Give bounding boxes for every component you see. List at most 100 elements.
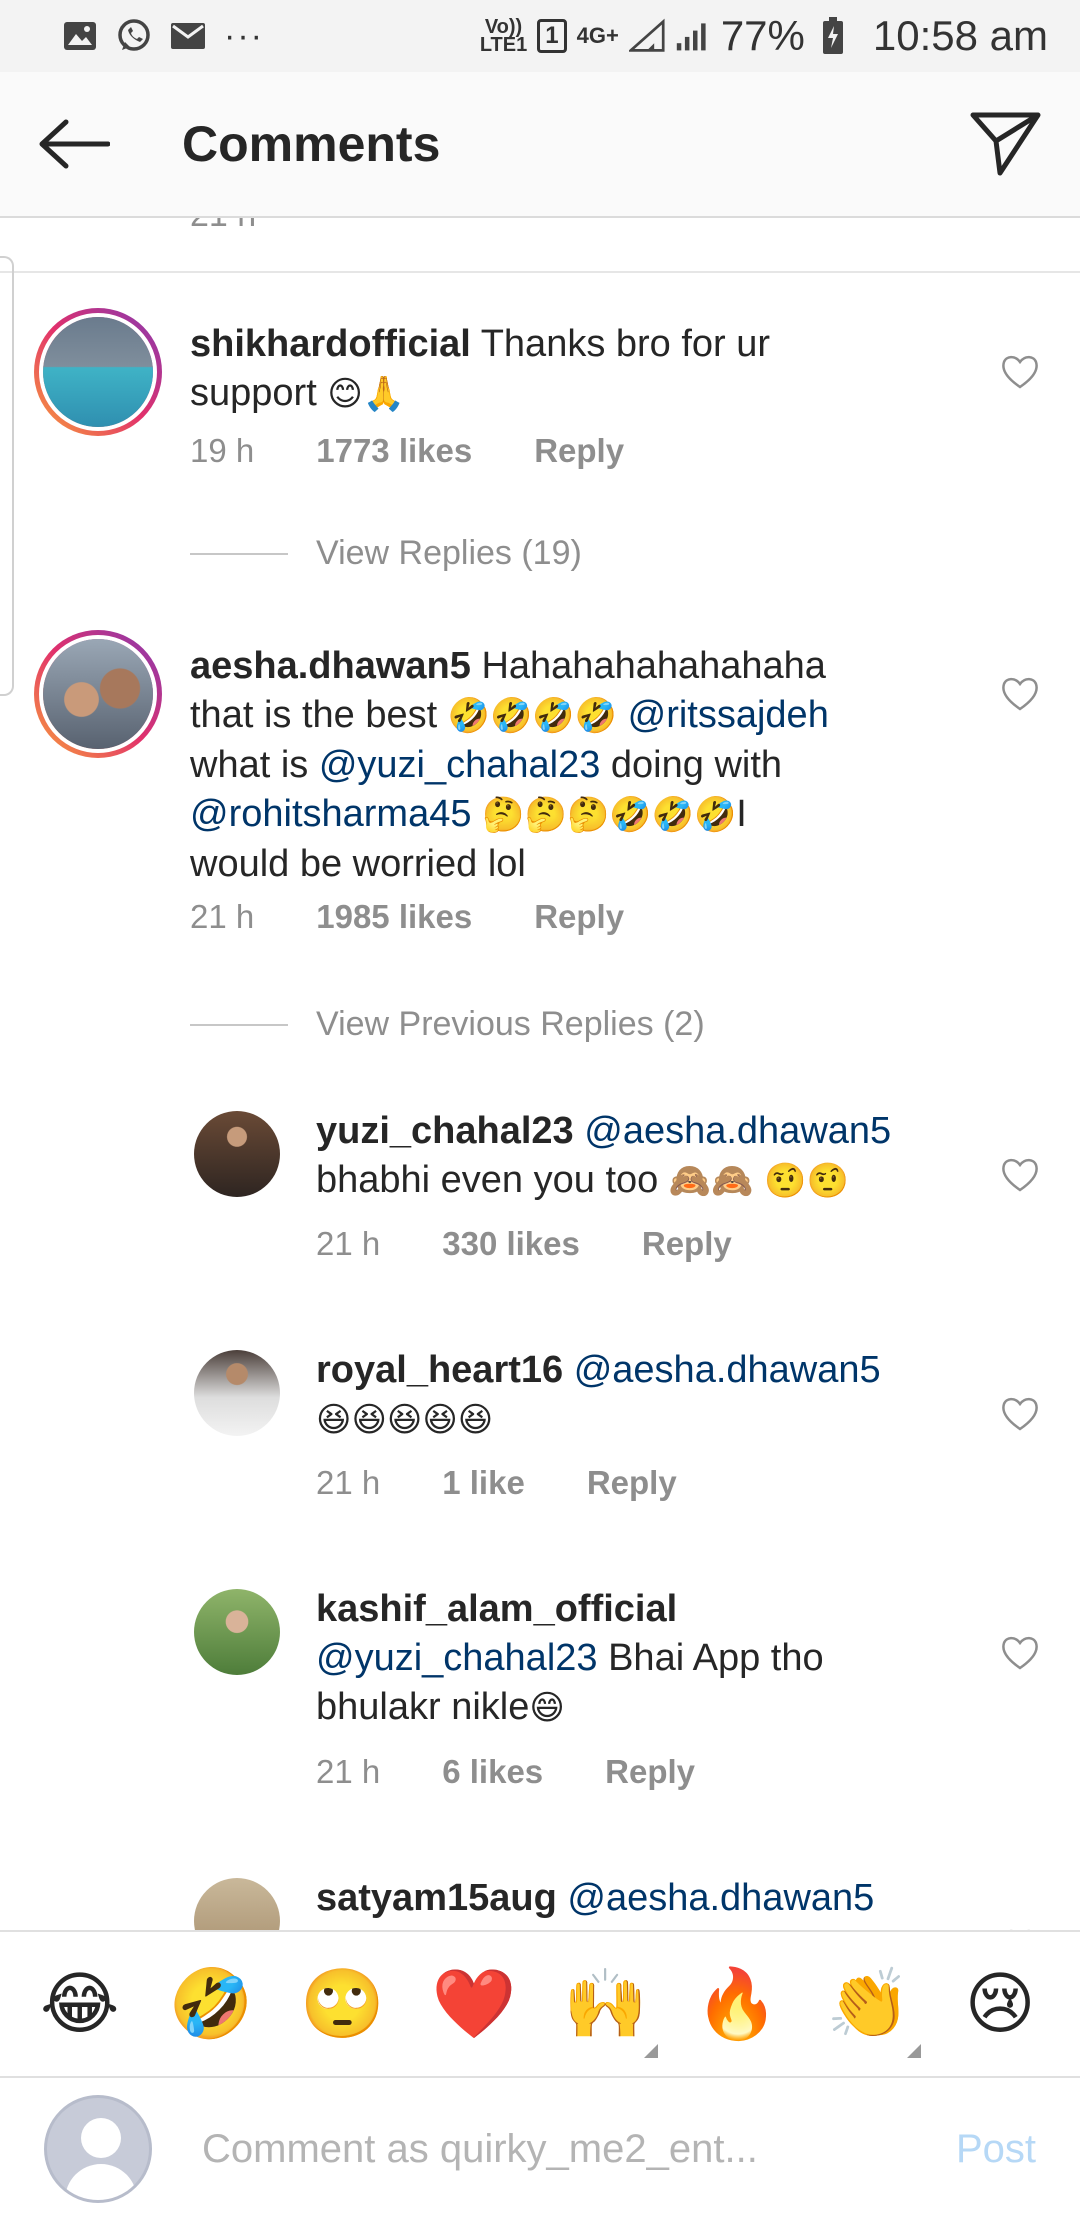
gallery-icon <box>62 18 98 54</box>
divider <box>0 271 1080 273</box>
clock: 10:58 am <box>872 12 1048 59</box>
skin-tone-indicator <box>643 2044 658 2058</box>
post-button[interactable]: Post <box>956 2127 1036 2172</box>
user-avatar <box>44 2095 152 2203</box>
emoji-cry-button[interactable]: 😢 <box>950 1954 1050 2054</box>
comment-meta: 19 h 1773 likes Reply <box>190 432 624 470</box>
direct-send-icon <box>970 112 1041 176</box>
emoji-fire-button[interactable]: 🔥 <box>687 1954 787 2054</box>
emoji: 😄 <box>529 1688 565 1728</box>
divider-line <box>190 552 288 555</box>
likes-count[interactable]: 330 likes <box>442 1225 580 1263</box>
emoji: 🤣🤣🤣🤣 <box>447 696 618 736</box>
battery-charging-icon <box>815 17 851 54</box>
whatsapp-icon <box>116 18 152 54</box>
emoji-joy-button[interactable]: 😂 <box>30 1954 130 2054</box>
reply-button[interactable]: Reply <box>605 1753 695 1791</box>
comment-time: 21 h <box>316 1464 381 1501</box>
emoji: 🤔🤔🤔🤣🤣🤣 <box>471 795 737 835</box>
comment-text: satyam15aug @aesha.dhawan5 <box>316 1874 996 1923</box>
back-arrow-icon <box>39 119 110 169</box>
view-previous-replies-button[interactable]: View Previous Replies (2) <box>190 1005 705 1044</box>
share-button[interactable] <box>966 104 1046 184</box>
comment-meta: 21 h 1985 likes Reply <box>190 898 624 936</box>
comment-input-bar: Post <box>0 2076 1080 2220</box>
volte-indicator: Vo)) LTE1 <box>479 16 528 56</box>
likes-count[interactable]: 6 likes <box>442 1753 543 1791</box>
avatar[interactable] <box>34 630 162 758</box>
comment-username[interactable]: aesha.dhawan5 <box>190 645 471 687</box>
reply-button[interactable]: Reply <box>587 1464 677 1502</box>
heart-icon[interactable] <box>1000 352 1040 392</box>
emoji-rofl-button[interactable]: 🤣 <box>161 1954 261 2054</box>
data-type-indicator: 4G+ <box>576 23 619 48</box>
comment-meta: 21 h 1 like Reply <box>316 1464 677 1502</box>
view-replies-button[interactable]: View Replies (19) <box>190 534 582 573</box>
mention-link[interactable]: @aesha.dhawan5 <box>557 1877 874 1919</box>
mention-link[interactable]: @aesha.dhawan5 <box>574 1110 891 1152</box>
emoji-quick-bar: 😂 🤣 🙄 ❤️ 🙌 🔥 👏 😢 <box>0 1930 1080 2076</box>
emoji: 😆😆😆😆😆 <box>316 1400 494 1440</box>
reply-button[interactable]: Reply <box>642 1225 732 1263</box>
heart-icon[interactable] <box>1000 674 1040 714</box>
comment-text: yuzi_chahal23 @aesha.dhawan5 bhabhi even… <box>316 1110 892 1201</box>
likes-count[interactable]: 1985 likes <box>316 898 472 936</box>
mail-icon <box>170 18 206 54</box>
previous-comment-time: 21 h <box>190 218 256 235</box>
heart-icon[interactable] <box>1000 1633 1040 1673</box>
avatar[interactable] <box>34 308 162 436</box>
mention-link[interactable]: @rohitsharma45 <box>190 793 471 835</box>
likes-count[interactable]: 1773 likes <box>316 432 472 470</box>
emoji-heart-button[interactable]: ❤️ <box>424 1954 524 2054</box>
reply-button[interactable]: Reply <box>534 432 624 470</box>
status-bar: ··· Vo)) LTE1 1 4G+ 77% 10:58 am <box>0 0 1080 72</box>
avatar[interactable] <box>194 1111 280 1197</box>
comment-username[interactable]: yuzi_chahal23 <box>316 1110 574 1152</box>
avatar[interactable] <box>194 1589 280 1675</box>
comment-username[interactable]: royal_heart16 <box>316 1349 563 1391</box>
mention-link[interactable]: @aesha.dhawan5 <box>563 1349 881 1391</box>
heart-icon[interactable] <box>1000 1394 1040 1434</box>
sim-badge: 1 <box>537 19 567 53</box>
notification-icons: ··· <box>62 17 264 56</box>
back-button[interactable] <box>34 104 114 184</box>
mention-link[interactable]: @yuzi_chahal23 <box>319 744 601 786</box>
comment-time: 19 h <box>190 432 255 469</box>
comment-text: aesha.dhawan5 Hahahahahahahaha that is t… <box>190 645 829 885</box>
comment-meta: 21 h 330 likes Reply <box>316 1225 732 1263</box>
comment-time: 21 h <box>316 1753 381 1790</box>
comment-meta: 21 h 6 likes Reply <box>316 1753 695 1791</box>
emoji: 😊🙏 <box>327 374 406 414</box>
reply-button[interactable]: Reply <box>534 898 624 936</box>
comment-text: royal_heart16 @aesha.dhawan5 😆😆😆😆😆 <box>316 1346 996 1445</box>
emoji-eyeroll-button[interactable]: 🙄 <box>293 1954 393 2054</box>
avatar[interactable] <box>194 1350 280 1436</box>
mention-link[interactable]: @ritssajdeh <box>617 694 829 736</box>
comment-text: kashif_alam_official @yuzi_chahal23 Bhai… <box>316 1588 824 1728</box>
skin-tone-indicator <box>906 2044 921 2058</box>
comment-username[interactable]: shikhardofficial <box>190 323 471 365</box>
likes-count[interactable]: 1 like <box>442 1464 525 1502</box>
comment-text: shikhardofficial Thanks bro for ur suppo… <box>190 323 771 414</box>
comment-input[interactable] <box>202 2126 882 2172</box>
emoji-clap-button[interactable]: 👏 <box>819 1954 921 2058</box>
mention-link[interactable]: @yuzi_chahal23 <box>316 1637 598 1679</box>
emoji-raised-hands-button[interactable]: 🙌 <box>556 1954 658 2058</box>
signal-icon-1 <box>628 18 665 54</box>
avatar[interactable] <box>194 1878 280 1930</box>
comment-time: 21 h <box>316 1225 381 1262</box>
more-notifications-icon: ··· <box>224 16 264 55</box>
emoji: 🙈🙈 🤨🤨 <box>668 1161 849 1201</box>
page-title: Comments <box>182 116 441 172</box>
comment-username[interactable]: satyam15aug <box>316 1877 557 1919</box>
battery-percent: 77% <box>720 12 805 59</box>
comments-list[interactable]: 21 h shikhardofficial Thanks bro for ur … <box>0 218 1080 1930</box>
system-icons: Vo)) LTE1 1 4G+ 77% 10:58 am <box>480 12 1048 60</box>
signal-icon-2 <box>675 18 711 54</box>
comment-time: 21 h <box>190 898 255 935</box>
app-header: Comments <box>0 72 1080 218</box>
comment-username[interactable]: kashif_alam_official <box>316 1588 677 1630</box>
divider-line <box>190 1023 288 1026</box>
heart-icon[interactable] <box>1000 1155 1040 1195</box>
thread-indicator <box>0 256 14 696</box>
